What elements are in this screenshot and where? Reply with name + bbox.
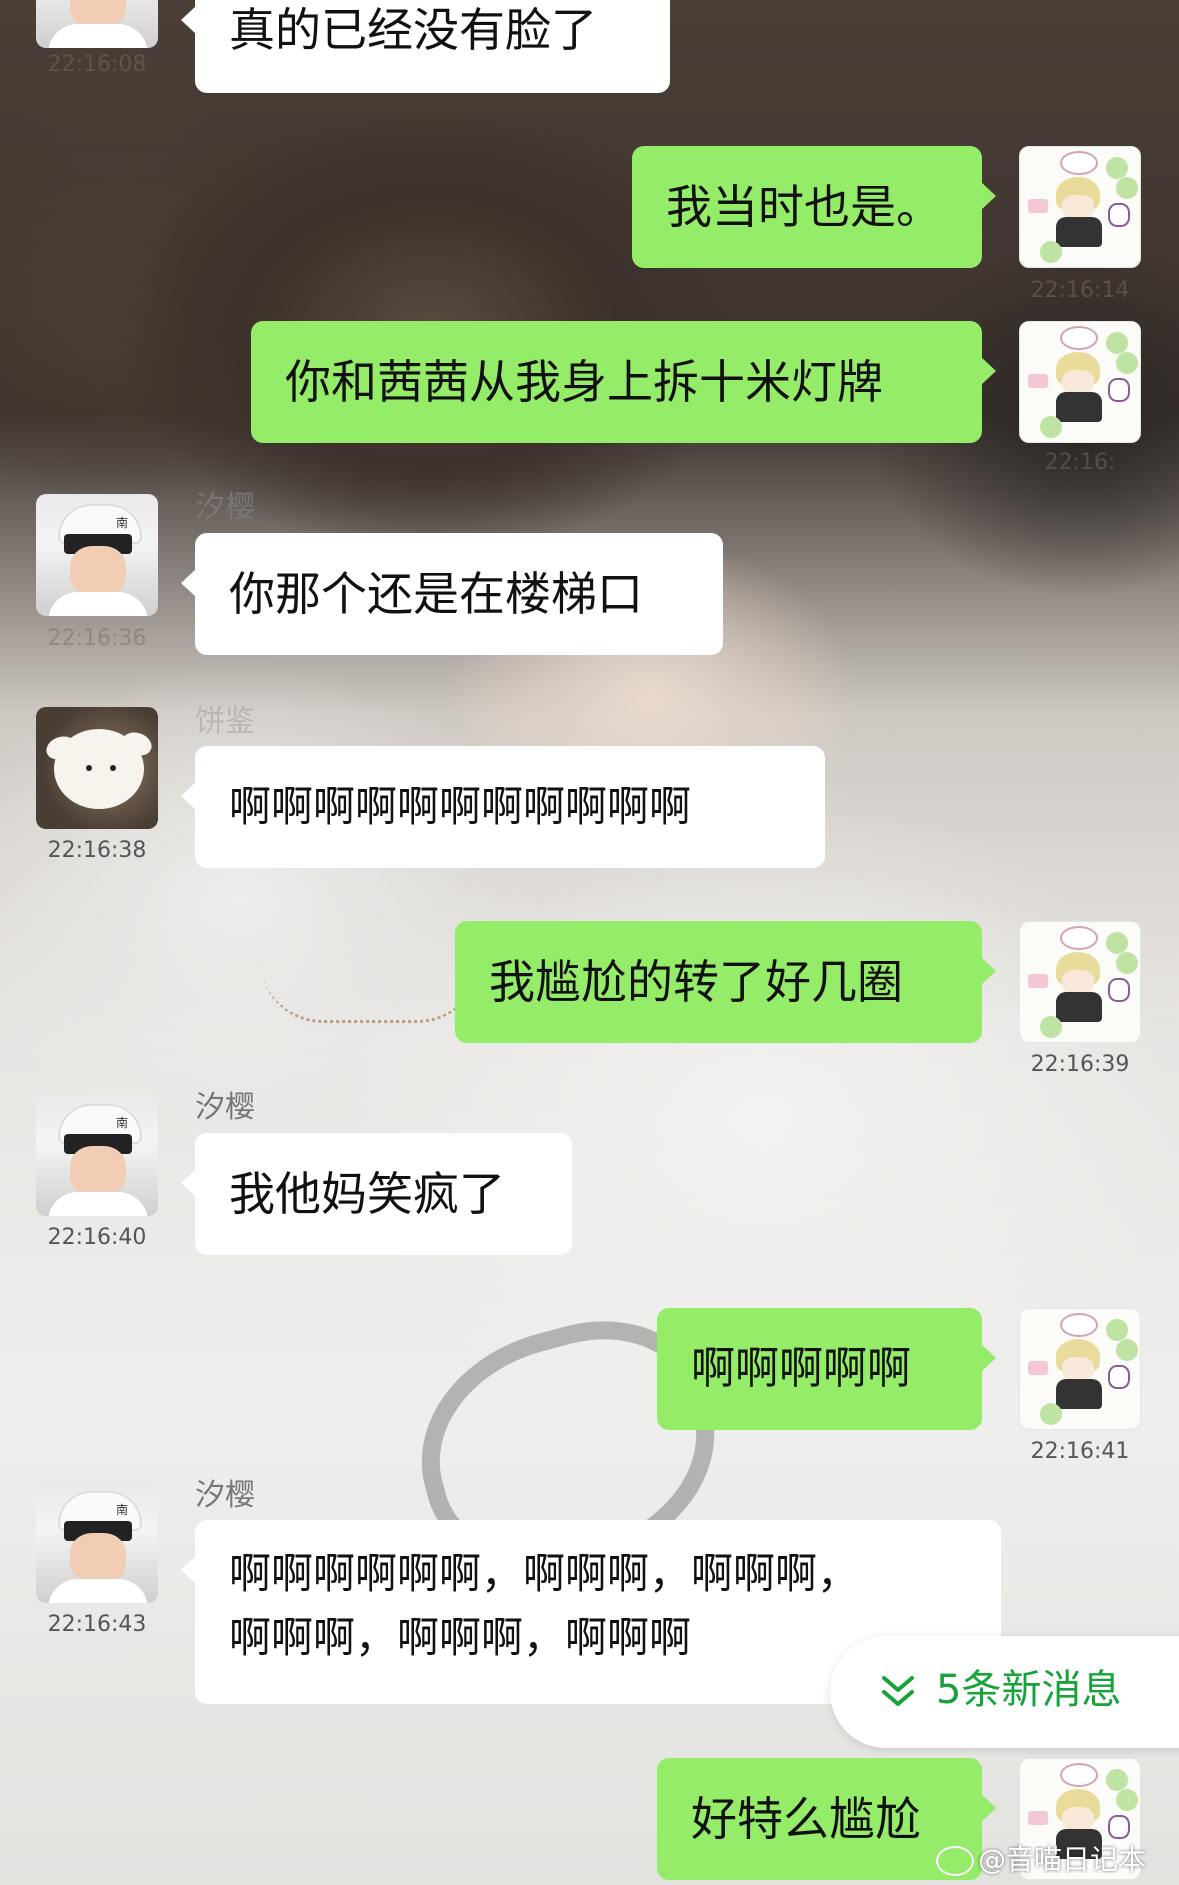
- avatar-boy-cap[interactable]: 南: [36, 1094, 158, 1216]
- message-timestamp: 22:16:43: [47, 1612, 147, 1637]
- weibo-watermark: @音喵日记本: [936, 1838, 1146, 1878]
- avatar-anime-clover[interactable]: [1019, 146, 1141, 268]
- avatar-anime-clover[interactable]: [1019, 321, 1141, 443]
- avatar-boy-cap[interactable]: 南: [36, 494, 158, 616]
- message-bubble-outgoing[interactable]: 我当时也是。: [632, 146, 996, 268]
- sender-name: 汐樱: [195, 490, 255, 525]
- sender-name: 饼鉴: [195, 704, 255, 739]
- double-chevron-down-icon: [882, 1676, 914, 1706]
- message-timestamp: 22:16:40: [47, 1225, 147, 1250]
- message-bubble-incoming[interactable]: 真的已经没有脸了: [181, 0, 670, 93]
- message-timestamp: 22:16:: [1044, 450, 1116, 475]
- new-messages-label: 5条新消息: [936, 1667, 1122, 1713]
- new-messages-button[interactable]: 5条新消息: [830, 1636, 1179, 1748]
- message-bubble-outgoing[interactable]: 你和茜茜从我身上拆十米灯牌: [251, 321, 996, 443]
- message-timestamp: 22:16:38: [47, 838, 147, 863]
- message-bubble-incoming[interactable]: 啊啊啊啊啊啊啊啊啊啊啊: [181, 746, 825, 868]
- message-bubble-outgoing[interactable]: 我尴尬的转了好几圈: [455, 921, 996, 1043]
- message-bubble-incoming[interactable]: 我他妈笑疯了: [181, 1133, 572, 1255]
- background-necklace: [260, 960, 480, 1023]
- avatar-boy-cap[interactable]: 南: [36, 0, 158, 48]
- message-bubble-incoming[interactable]: 你那个还是在楼梯口: [181, 533, 723, 655]
- message-timestamp: 22:16:08: [47, 52, 147, 77]
- message-bubble-outgoing[interactable]: 啊啊啊啊啊: [657, 1308, 996, 1430]
- message-timestamp: 22:16:14: [1030, 278, 1130, 303]
- message-line: 啊啊啊啊啊啊，啊啊啊，啊啊啊，: [229, 1549, 860, 1598]
- message-timestamp: 22:16:41: [1030, 1439, 1130, 1464]
- watermark-text: @音喵日记本: [978, 1843, 1147, 1876]
- avatar-sheep-plush[interactable]: [36, 707, 158, 829]
- message-bubble-outgoing[interactable]: 好特么尴尬: [657, 1758, 996, 1880]
- weibo-icon: [936, 1846, 974, 1876]
- sender-name: 汐樱: [195, 1478, 255, 1513]
- avatar-anime-clover[interactable]: [1019, 1308, 1141, 1430]
- message-timestamp: 22:16:39: [1030, 1052, 1130, 1077]
- message-timestamp: 22:16:36: [47, 626, 147, 651]
- sender-name: 汐樱: [195, 1090, 255, 1125]
- avatar-anime-clover[interactable]: [1019, 921, 1141, 1043]
- avatar-boy-cap[interactable]: 南: [36, 1481, 158, 1603]
